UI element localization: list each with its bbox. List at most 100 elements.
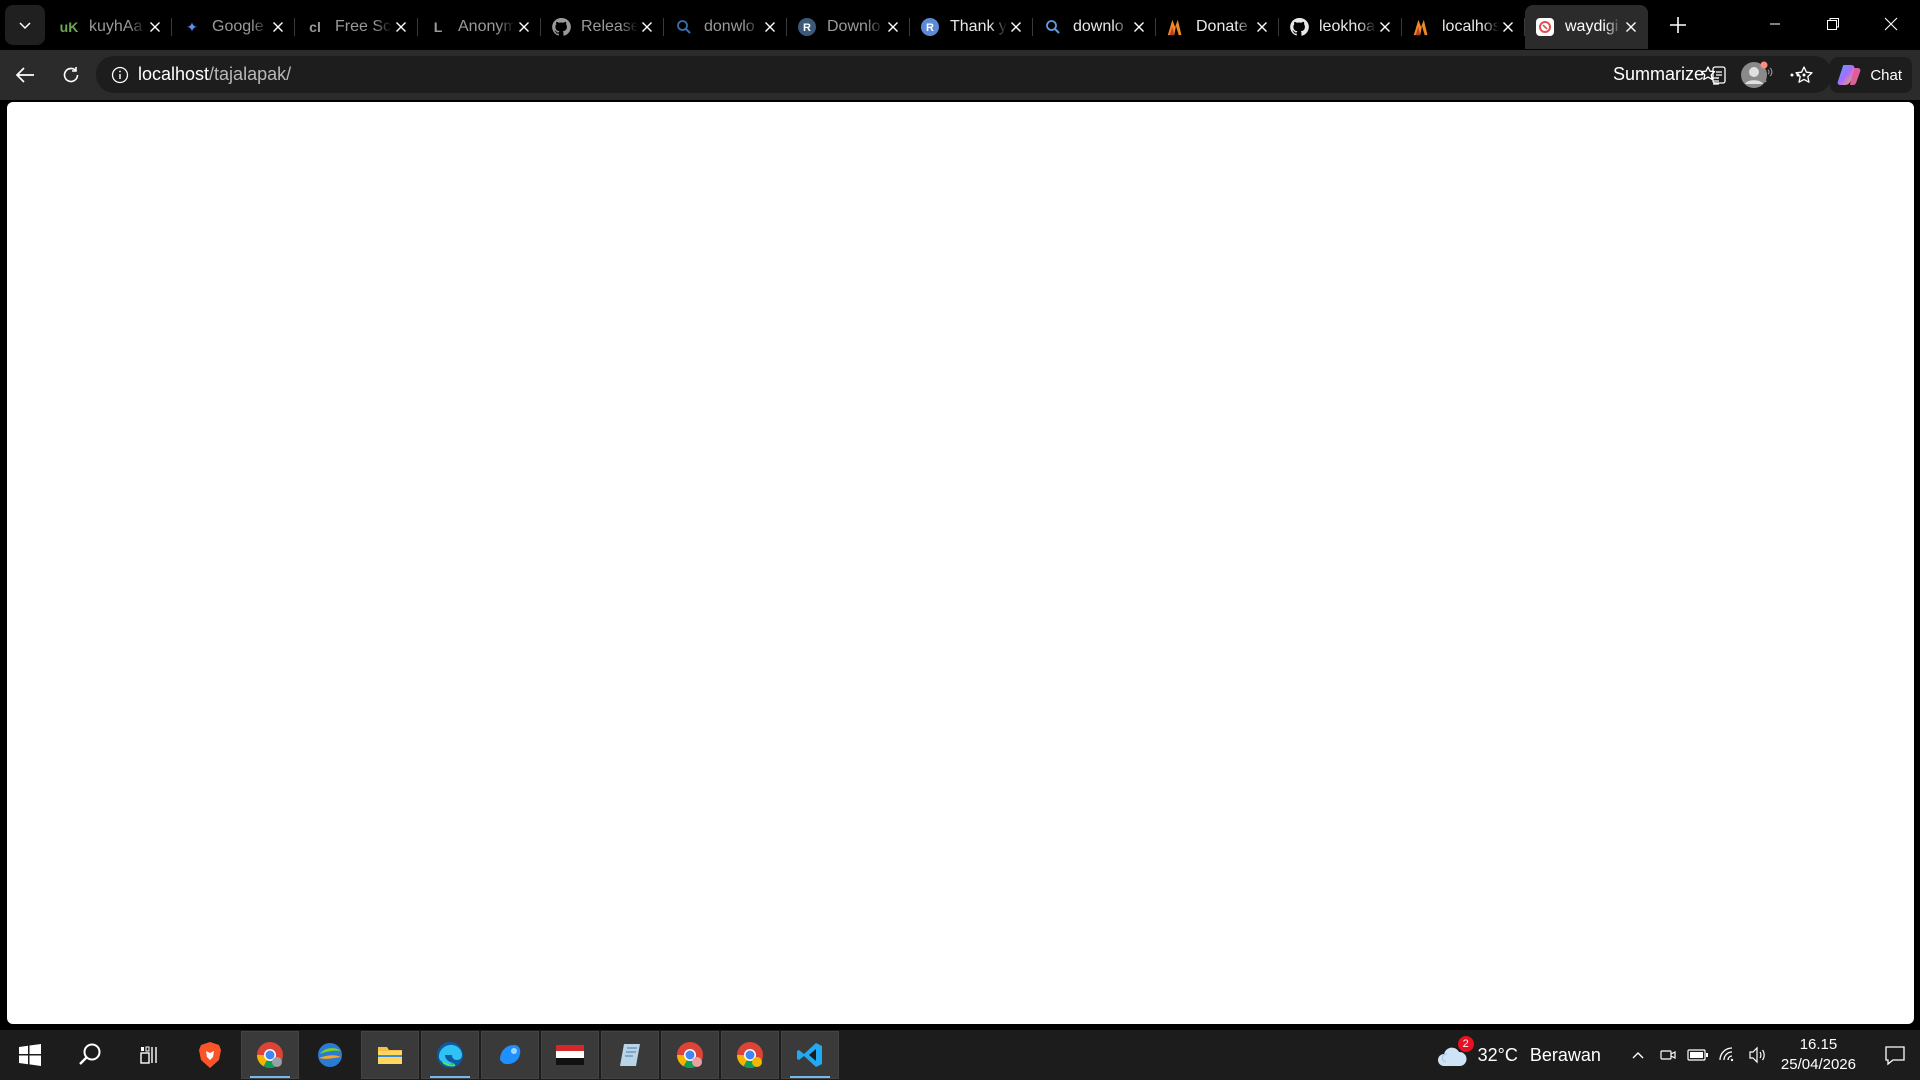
tab-close-button[interactable] (1253, 18, 1271, 36)
tab-close-button[interactable] (1007, 18, 1025, 36)
search-icon (1043, 17, 1063, 37)
taskbar-app-note[interactable] (601, 1031, 659, 1079)
window-controls (1746, 0, 1920, 48)
tab-donate[interactable]: Donate (1156, 5, 1279, 49)
wifi-icon (1719, 1047, 1734, 1062)
tab-free-scr[interactable]: cl Free Scr (295, 5, 418, 49)
favorites-button[interactable] (1688, 53, 1732, 97)
tab-actions-menu-button[interactable] (5, 5, 45, 45)
camera-icon (1660, 1050, 1676, 1060)
show-hidden-icons-button[interactable] (1623, 1030, 1653, 1080)
edge-icon (437, 1042, 463, 1068)
meet-now-button[interactable] (1653, 1030, 1683, 1080)
tab-title: leokhoa (1319, 18, 1376, 35)
tab-google[interactable]: ✦ Google (172, 5, 295, 49)
tab-release[interactable]: Release (541, 5, 664, 49)
tab-title: downlo (1073, 18, 1124, 35)
weather-widget[interactable]: 2 32°C Berawan (1436, 1036, 1601, 1068)
tab-close-button[interactable] (269, 18, 287, 36)
tab-close-button[interactable] (1622, 18, 1640, 36)
battery-icon (1687, 1049, 1708, 1061)
tab-kuyhaa[interactable]: uK kuyhAa (49, 5, 172, 49)
taskbar-app-flag[interactable] (541, 1031, 599, 1079)
windows-taskbar: 2 32°C Berawan 16.15 25/04/2026 (0, 1030, 1920, 1080)
url-path: /tajalapak/ (209, 64, 292, 84)
tab-waydigi[interactable]: waydigi (1525, 5, 1648, 49)
refresh-button[interactable] (51, 55, 91, 95)
restore-icon (1827, 18, 1839, 30)
tab-title: Google (212, 18, 264, 35)
tab-close-button[interactable] (884, 18, 902, 36)
chrome-w-icon (736, 1042, 763, 1069)
tab-thank-y[interactable]: R Thank y (910, 5, 1033, 49)
close-icon (765, 22, 775, 32)
github-icon (551, 17, 571, 37)
taskbar-app-blue[interactable] (481, 1031, 539, 1079)
taskbar-app-vscode[interactable] (781, 1031, 839, 1079)
close-icon (1134, 22, 1144, 32)
notification-center-button[interactable] (1870, 1030, 1920, 1080)
weather-condition: Berawan (1529, 1044, 1601, 1065)
app-icon (1535, 17, 1555, 37)
l-icon: L (433, 19, 443, 35)
task-view-button[interactable] (120, 1030, 180, 1080)
tab-leokhoa[interactable]: leokhoa (1279, 5, 1402, 49)
clock-date: 25/04/2026 (1780, 1056, 1856, 1073)
tab-close-button[interactable] (392, 18, 410, 36)
back-button[interactable] (5, 55, 45, 95)
close-window-button[interactable] (1862, 0, 1920, 48)
copilot-chat-button[interactable]: Chat (1830, 57, 1912, 93)
windows-logo-icon (19, 1044, 41, 1066)
search-button[interactable] (60, 1030, 120, 1080)
close-icon (273, 22, 283, 32)
tab-downlo[interactable]: R Downlo (787, 5, 910, 49)
taskbar-app-chrome[interactable] (241, 1031, 299, 1079)
clock[interactable]: 16.15 25/04/2026 (1781, 1035, 1856, 1075)
taskbar-app-brave[interactable] (180, 1030, 240, 1080)
temperature: 32°C (1477, 1044, 1518, 1065)
globe-app-icon (318, 1043, 342, 1067)
tab-donwlo[interactable]: donwlo (664, 5, 787, 49)
taskbar-app-globe[interactable] (300, 1030, 360, 1080)
minimize-button[interactable] (1746, 0, 1804, 48)
search-icon (674, 17, 694, 37)
volume-button[interactable] (1743, 1030, 1773, 1080)
kuyhaa-icon: uK (59, 19, 79, 35)
avatar-icon (1741, 61, 1768, 88)
network-button[interactable] (1713, 1030, 1743, 1080)
tab-close-button[interactable] (146, 18, 164, 36)
tab-close-button[interactable] (638, 18, 656, 36)
close-icon (642, 22, 652, 32)
tab-close-button[interactable] (515, 18, 533, 36)
tab-close-button[interactable] (1376, 18, 1394, 36)
taskbar-app-chrome-profile[interactable] (661, 1031, 719, 1079)
profile-button[interactable] (1732, 53, 1776, 97)
address-bar[interactable]: localhost/tajalapak/ Summarize (96, 56, 1832, 93)
tab-anonym[interactable]: L Anonym (418, 5, 541, 49)
new-tab-button[interactable] (1658, 5, 1698, 45)
tab-localhos[interactable]: localhos (1402, 5, 1525, 49)
page-viewport[interactable] (7, 102, 1914, 1024)
tab-close-button[interactable] (761, 18, 779, 36)
taskbar-app-chrome-w[interactable] (721, 1031, 779, 1079)
tab-downlo[interactable]: downlo (1033, 5, 1156, 49)
tab-title: Thank y (950, 18, 1007, 35)
chevron-down-icon (19, 22, 31, 30)
taskbar-app-file-explorer[interactable] (361, 1031, 419, 1079)
site-info-button[interactable] (102, 57, 138, 93)
refresh-icon (63, 67, 79, 83)
restore-button[interactable] (1804, 0, 1862, 48)
url-text[interactable]: localhost/tajalapak/ (138, 64, 291, 85)
settings-more-button[interactable] (1776, 53, 1820, 97)
tab-close-button[interactable] (1130, 18, 1148, 36)
battery-button[interactable] (1683, 1030, 1713, 1080)
system-tray: 2 32°C Berawan 16.15 25/04/2026 (1436, 1030, 1920, 1080)
tab-title: localhos (1442, 18, 1499, 35)
taskbar-app-edge[interactable] (421, 1031, 479, 1079)
weather-icon-wrap: 2 (1436, 1036, 1474, 1068)
r-circle-icon: R (797, 17, 817, 37)
arrow-left-icon (15, 67, 34, 83)
tab-close-button[interactable] (1499, 18, 1517, 36)
minimize-icon (1770, 23, 1780, 25)
start-button[interactable] (0, 1030, 60, 1080)
